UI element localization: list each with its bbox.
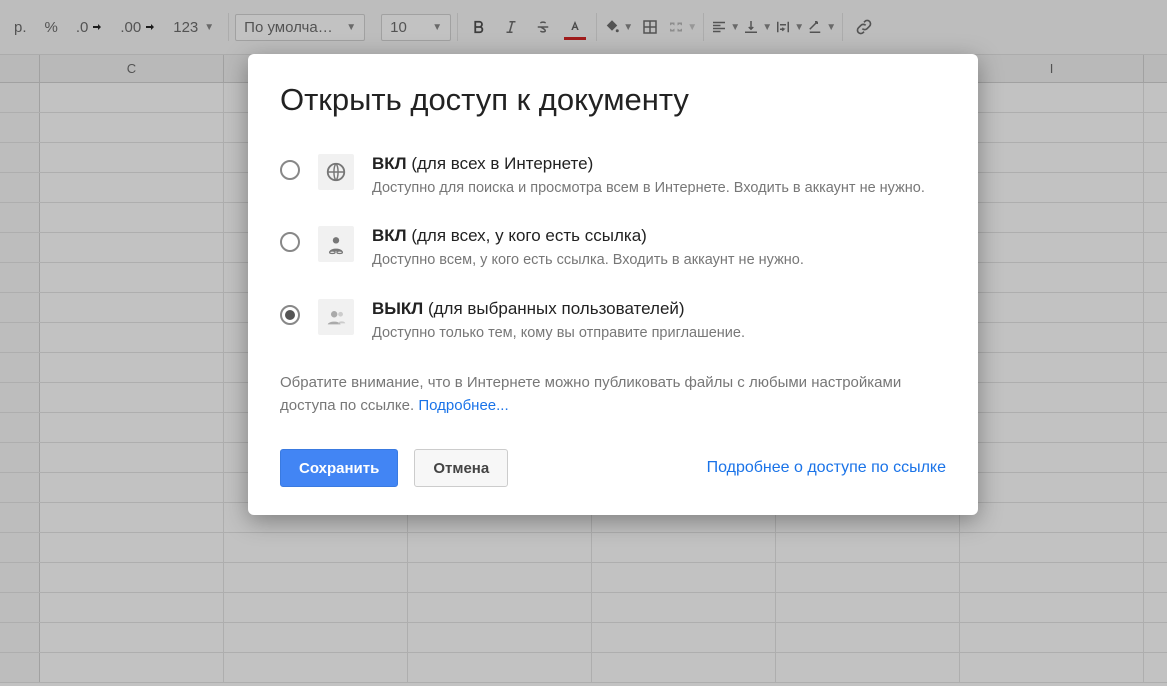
cancel-button[interactable]: Отмена: [414, 449, 508, 487]
option-public-web[interactable]: ВКЛ (для всех в Интернете) Доступно для …: [280, 154, 946, 198]
sharing-options: ВКЛ (для всех в Интернете) Доступно для …: [280, 154, 946, 343]
note-text: Обратите внимание, что в Интернете можно…: [280, 371, 946, 418]
option-desc: Доступно только тем, кому вы отправите п…: [372, 323, 946, 343]
option-desc: Доступно для поиска и просмотра всем в И…: [372, 178, 946, 198]
option-title: ВКЛ (для всех, у кого есть ссылка): [372, 226, 946, 246]
share-dialog: Открыть доступ к документу ВКЛ (для всех…: [248, 54, 978, 515]
people-icon: [318, 299, 354, 335]
option-text: ВКЛ (для всех, у кого есть ссылка) Досту…: [372, 226, 946, 270]
option-title: ВЫКЛ (для выбранных пользователей): [372, 299, 946, 319]
option-desc: Доступно всем, у кого есть ссылка. Входи…: [372, 250, 946, 270]
save-button[interactable]: Сохранить: [280, 449, 398, 487]
person-link-icon: [318, 226, 354, 262]
learn-more-link[interactable]: Подробнее...: [418, 397, 508, 414]
globe-icon: [318, 154, 354, 190]
radio-specific-people[interactable]: [280, 305, 300, 325]
option-anyone-with-link[interactable]: ВКЛ (для всех, у кого есть ссылка) Досту…: [280, 226, 946, 270]
option-specific-people[interactable]: ВЫКЛ (для выбранных пользователей) Досту…: [280, 299, 946, 343]
option-title: ВКЛ (для всех в Интернете): [372, 154, 946, 174]
radio-public-web[interactable]: [280, 160, 300, 180]
dialog-footer: Сохранить Отмена Подробнее о доступе по …: [280, 449, 946, 487]
option-text: ВКЛ (для всех в Интернете) Доступно для …: [372, 154, 946, 198]
option-text: ВЫКЛ (для выбранных пользователей) Досту…: [372, 299, 946, 343]
radio-anyone-with-link[interactable]: [280, 232, 300, 252]
more-about-link-sharing[interactable]: Подробнее о доступе по ссылке: [707, 459, 946, 477]
dialog-title: Открыть доступ к документу: [280, 82, 946, 118]
